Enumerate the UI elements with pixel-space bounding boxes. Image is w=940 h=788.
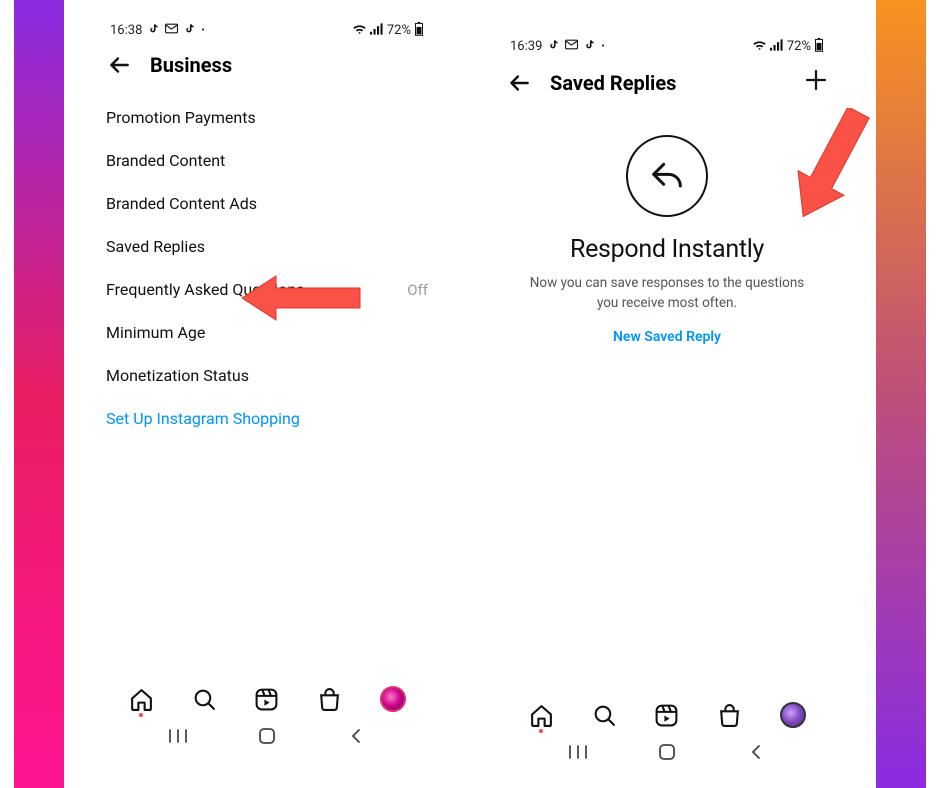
settings-menu: Promotion Payments Branded Content Brand… [94,86,440,440]
nav-shop[interactable] [317,686,343,712]
menu-item-shopping-link[interactable]: Set Up Instagram Shopping [104,397,430,440]
avatar-icon [380,686,406,712]
nav-home[interactable] [128,686,154,712]
nav-reels[interactable] [654,702,680,728]
battery-icon [814,38,824,55]
status-bar: 16:38 • 72% [94,14,440,42]
page-title: Business [150,53,232,77]
android-back[interactable] [346,726,366,746]
android-home[interactable] [257,726,277,746]
new-saved-reply-link[interactable]: New Saved Reply [613,329,721,345]
menu-item-branded-content[interactable]: Branded Content [104,139,430,182]
android-back[interactable] [746,742,766,762]
menu-label: Branded Content [106,151,225,170]
phone-screenshot-business: 16:38 • 72% [94,14,440,754]
content-stage: 16:38 • 72% [64,0,876,788]
menu-label: Frequently Asked Questions [106,280,304,299]
nav-profile[interactable] [780,702,806,728]
menu-label: Set Up Instagram Shopping [106,409,300,428]
avatar-icon [780,702,806,728]
android-home[interactable] [657,742,677,762]
page-title: Saved Replies [550,71,676,95]
decorative-gradient-right [876,0,926,788]
nav-search[interactable] [591,702,617,728]
add-button[interactable] [804,68,828,97]
empty-state: Respond Instantly Now you can save respo… [494,105,840,345]
menu-label: Promotion Payments [106,108,256,127]
menu-item-minimum-age[interactable]: Minimum Age [104,311,430,354]
wifi-icon [352,23,367,38]
tiktok-icon [148,23,159,37]
mms-icon [165,23,178,37]
menu-item-promotion-payments[interactable]: Promotion Payments [104,96,430,139]
menu-item-faq[interactable]: Frequently Asked Questions Off [104,268,430,311]
status-time: 16:38 [110,23,142,38]
back-button[interactable] [106,52,132,78]
empty-title: Respond Instantly [570,235,764,264]
mms-icon [565,39,578,53]
empty-description: Now you can save responses to the questi… [527,274,807,313]
tiktok-icon [548,39,559,53]
screen-header: Business [94,42,440,86]
nav-search[interactable] [191,686,217,712]
nav-profile[interactable] [380,686,406,712]
status-dot: • [601,41,604,52]
phone-screenshot-saved-replies: 16:39 • 72% [494,30,840,770]
back-button[interactable] [506,70,532,96]
battery-text: 72% [787,39,811,54]
battery-icon [414,22,424,39]
android-recents[interactable] [568,742,588,762]
android-recents[interactable] [168,726,188,746]
tiktok-icon-2 [184,23,195,37]
menu-label: Monetization Status [106,366,249,385]
menu-item-saved-replies[interactable]: Saved Replies [104,225,430,268]
menu-label: Branded Content Ads [106,194,257,213]
screen-header: Saved Replies [494,58,840,105]
signal-icon [370,23,384,38]
nav-home-dot-icon [139,713,143,717]
nav-home[interactable] [528,702,554,728]
battery-text: 72% [387,23,411,38]
wifi-icon [752,39,767,54]
menu-item-monetization-status[interactable]: Monetization Status [104,354,430,397]
decorative-gradient-left [14,0,64,788]
menu-label: Saved Replies [106,237,205,256]
status-time: 16:39 [510,39,542,54]
menu-label: Minimum Age [106,323,205,342]
nav-reels[interactable] [254,686,280,712]
menu-status: Off [407,281,428,299]
status-bar: 16:39 • 72% [494,30,840,58]
reply-icon [626,135,708,217]
tiktok-icon-2 [584,39,595,53]
status-dot: • [201,25,204,36]
app-bottom-nav [494,696,840,734]
nav-home-dot-icon [539,729,543,733]
android-nav-bar [94,722,440,750]
nav-shop[interactable] [717,702,743,728]
app-bottom-nav [94,680,440,718]
signal-icon [770,39,784,54]
android-nav-bar [494,738,840,766]
menu-item-branded-content-ads[interactable]: Branded Content Ads [104,182,430,225]
